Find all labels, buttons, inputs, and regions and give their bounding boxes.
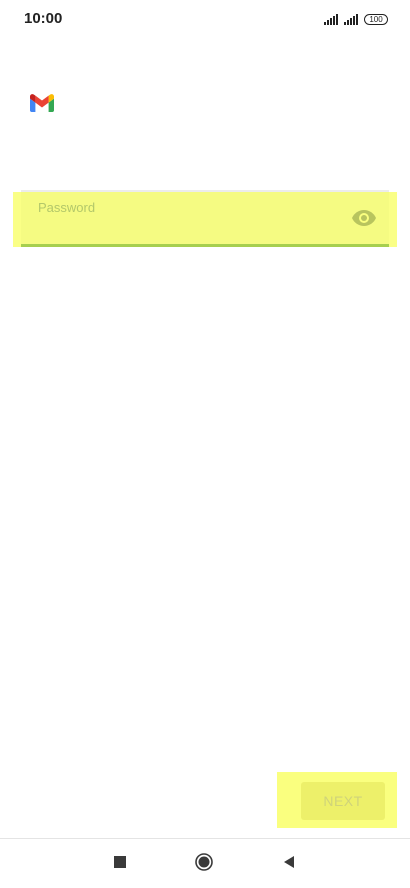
status-time: 10:00 — [24, 10, 63, 27]
back-icon[interactable] — [282, 855, 296, 869]
next-button[interactable]: NEXT — [301, 782, 385, 820]
screen: 10:00 100 Password NEXT — [0, 0, 410, 888]
battery-icon: 100 — [364, 14, 388, 25]
signal-icon — [344, 13, 358, 25]
eye-icon[interactable] — [352, 210, 376, 226]
status-bar: 10:00 100 — [0, 0, 410, 38]
status-icons: 100 — [324, 11, 388, 25]
password-label: Password — [38, 200, 96, 215]
password-underline — [21, 244, 389, 247]
signal-icon — [324, 13, 338, 25]
gmail-logo — [30, 94, 54, 112]
recents-icon[interactable] — [114, 856, 126, 868]
navigation-bar — [0, 839, 410, 888]
home-icon[interactable] — [195, 853, 213, 871]
password-input[interactable] — [36, 218, 340, 242]
battery-level: 100 — [369, 14, 383, 24]
